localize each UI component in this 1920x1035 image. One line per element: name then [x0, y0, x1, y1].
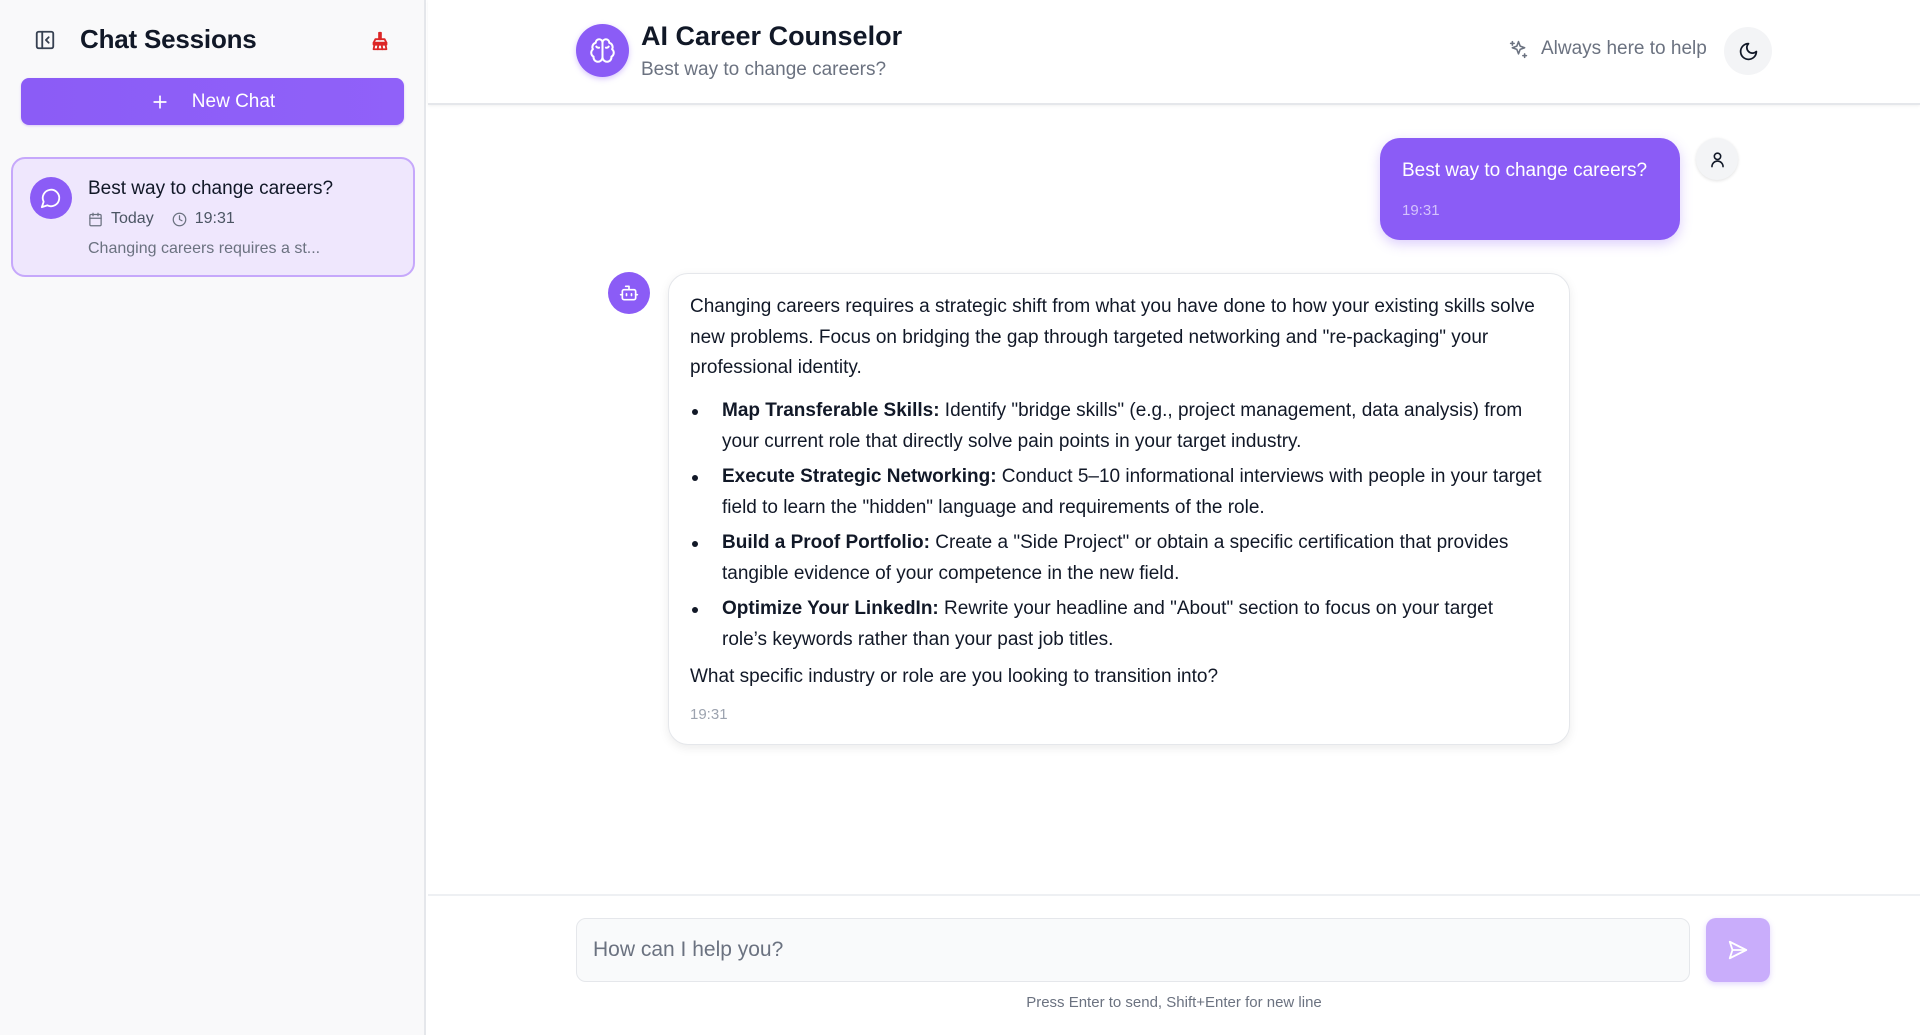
session-avatar [30, 177, 72, 219]
clock-icon [172, 212, 187, 227]
sidebar-header: Chat Sessions [0, 0, 426, 78]
session-item[interactable]: Best way to change careers? Today 19:31 … [11, 157, 415, 277]
theme-toggle-button[interactable] [1724, 27, 1772, 75]
page-subtitle: Best way to change careers? [641, 59, 887, 80]
assistant-question: What specific industry or role are you l… [690, 666, 1219, 687]
collapse-sidebar-button[interactable] [30, 25, 60, 55]
help-status-text: Always here to help [1541, 38, 1707, 59]
list-item: Map Transferable Skills: Identify "bridg… [692, 396, 1542, 457]
session-preview: Changing careers requires a st... [88, 240, 321, 257]
assistant-bullet-list: Map Transferable Skills: Identify "bridg… [692, 396, 1542, 660]
bullet-heading: Build a Proof Portfolio: [722, 532, 930, 553]
list-item: Optimize Your LinkedIn: Rewrite your hea… [692, 594, 1542, 655]
assistant-message: Changing careers requires a strategic sh… [668, 273, 1570, 745]
session-meta: Today 19:31 [88, 210, 235, 228]
plus-icon [150, 92, 170, 112]
sidebar-title: Chat Sessions [80, 24, 257, 54]
composer: Press Enter to send, Shift+Enter for new… [428, 894, 1920, 1035]
bot-icon [619, 283, 639, 303]
user-message: Best way to change careers? 19:31 [1380, 138, 1680, 240]
sidebar: Chat Sessions New Chat Best way to chang… [0, 0, 426, 1035]
user-icon [1708, 150, 1727, 169]
panel-left-close-icon [34, 29, 56, 51]
moon-icon [1738, 41, 1759, 62]
sparkles-icon [1508, 39, 1529, 60]
session-title: Best way to change careers? [88, 178, 334, 199]
user-message-time: 19:31 [1402, 202, 1440, 219]
user-avatar [1696, 138, 1738, 180]
send-icon [1727, 939, 1749, 961]
chat-header: AI Career Counselor Best way to change c… [428, 0, 1920, 105]
broom-icon [369, 30, 391, 52]
bullet-heading: Execute Strategic Networking: [722, 466, 997, 487]
new-chat-button[interactable]: New Chat [21, 78, 404, 125]
message-input[interactable] [576, 918, 1690, 982]
calendar-icon [88, 212, 103, 227]
page-title: AI Career Counselor [641, 21, 903, 51]
session-date: Today [111, 210, 154, 227]
assistant-avatar [608, 272, 650, 314]
assistant-message-time: 19:31 [690, 706, 728, 723]
bullet-heading: Optimize Your LinkedIn: [722, 598, 939, 619]
assistant-intro: Changing careers requires a strategic sh… [690, 296, 1535, 378]
session-time: 19:31 [194, 210, 235, 227]
list-item: Execute Strategic Networking: Conduct 5–… [692, 462, 1542, 523]
new-chat-label: New Chat [191, 90, 276, 112]
brain-icon [589, 37, 616, 64]
bullet-heading: Map Transferable Skills: [722, 400, 940, 421]
clear-sessions-button[interactable] [364, 25, 396, 57]
user-message-text: Best way to change careers? [1402, 160, 1648, 181]
list-item: Build a Proof Portfolio: Create a "Side … [692, 528, 1542, 589]
send-button[interactable] [1706, 918, 1770, 982]
message-circle-icon [40, 187, 62, 209]
brand-avatar [576, 24, 629, 77]
composer-hint: Press Enter to send, Shift+Enter for new… [1026, 994, 1322, 1011]
help-status: Always here to help [1508, 38, 1707, 60]
